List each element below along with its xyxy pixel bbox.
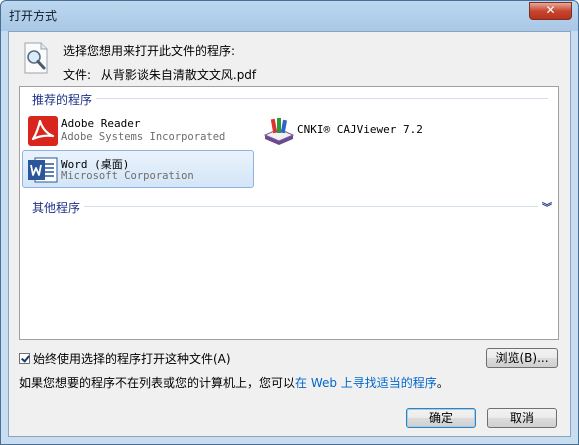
ok-button[interactable]: 确定 (406, 408, 476, 428)
other-divider (84, 206, 538, 207)
always-use-checkbox[interactable] (19, 353, 30, 364)
close-button[interactable]: ✕ (529, 2, 572, 20)
chevron-down-icon[interactable]: ︾ (542, 199, 552, 214)
app-vendor: Adobe Systems Incorporated (61, 131, 226, 143)
open-with-dialog: 打开方式 ✕ 选择您想用来打开此文件的程序: 文件: 从背影谈朱自清散文文风.p… (0, 0, 579, 445)
adobe-reader-icon (28, 116, 58, 146)
app-name: Adobe Reader (61, 117, 141, 130)
file-name: 从背影谈朱自清散文文风.pdf (100, 68, 257, 82)
program-list[interactable]: 推荐的程序 Adobe Reader Adobe Systems Incorpo… (19, 86, 559, 340)
footer-text-after: 。 (436, 376, 449, 390)
recommended-divider (96, 98, 548, 99)
app-item-adobe-reader[interactable]: Adobe Reader Adobe Systems Incorporated (22, 111, 254, 149)
file-line: 文件: 从背影谈朱自清散文文风.pdf (63, 66, 256, 83)
cancel-button[interactable]: 取消 (487, 408, 557, 428)
always-use-row[interactable]: 始终使用选择的程序打开这种文件(A) (19, 350, 231, 367)
other-group-header[interactable]: 其他程序 (32, 199, 80, 216)
file-label: 文件: (63, 68, 92, 82)
search-web-link[interactable]: 在 Web 上寻找适当的程序 (295, 376, 437, 390)
cajviewer-icon (263, 118, 295, 145)
browse-button[interactable]: 浏览(B)... (486, 348, 558, 368)
word-icon (28, 157, 58, 183)
file-search-icon (24, 42, 48, 74)
app-item-word[interactable]: Word (桌面) Microsoft Corporation (22, 150, 254, 188)
always-use-label[interactable]: 始终使用选择的程序打开这种文件(A) (33, 350, 231, 367)
recommended-group-header[interactable]: 推荐的程序 (32, 91, 92, 108)
app-item-cajviewer[interactable]: CNKI® CAJViewer 7.2 (258, 111, 488, 149)
footer-text-before: 如果您想要的程序不在列表或您的计算机上，您可以 (19, 376, 296, 390)
dialog-body: 选择您想用来打开此文件的程序: 文件: 从背影谈朱自清散文文风.pdf 推荐的程… (8, 31, 571, 437)
app-vendor: Microsoft Corporation (61, 170, 194, 182)
window-title: 打开方式 (9, 9, 58, 23)
footer-text: 如果您想要的程序不在列表或您的计算机上，您可以在 Web 上寻找适当的程序。 (19, 374, 449, 391)
title-bar[interactable]: 打开方式 ✕ (1, 1, 578, 31)
prompt-text: 选择您想用来打开此文件的程序: (63, 44, 236, 58)
app-name: CNKI® CAJViewer 7.2 (297, 123, 423, 136)
